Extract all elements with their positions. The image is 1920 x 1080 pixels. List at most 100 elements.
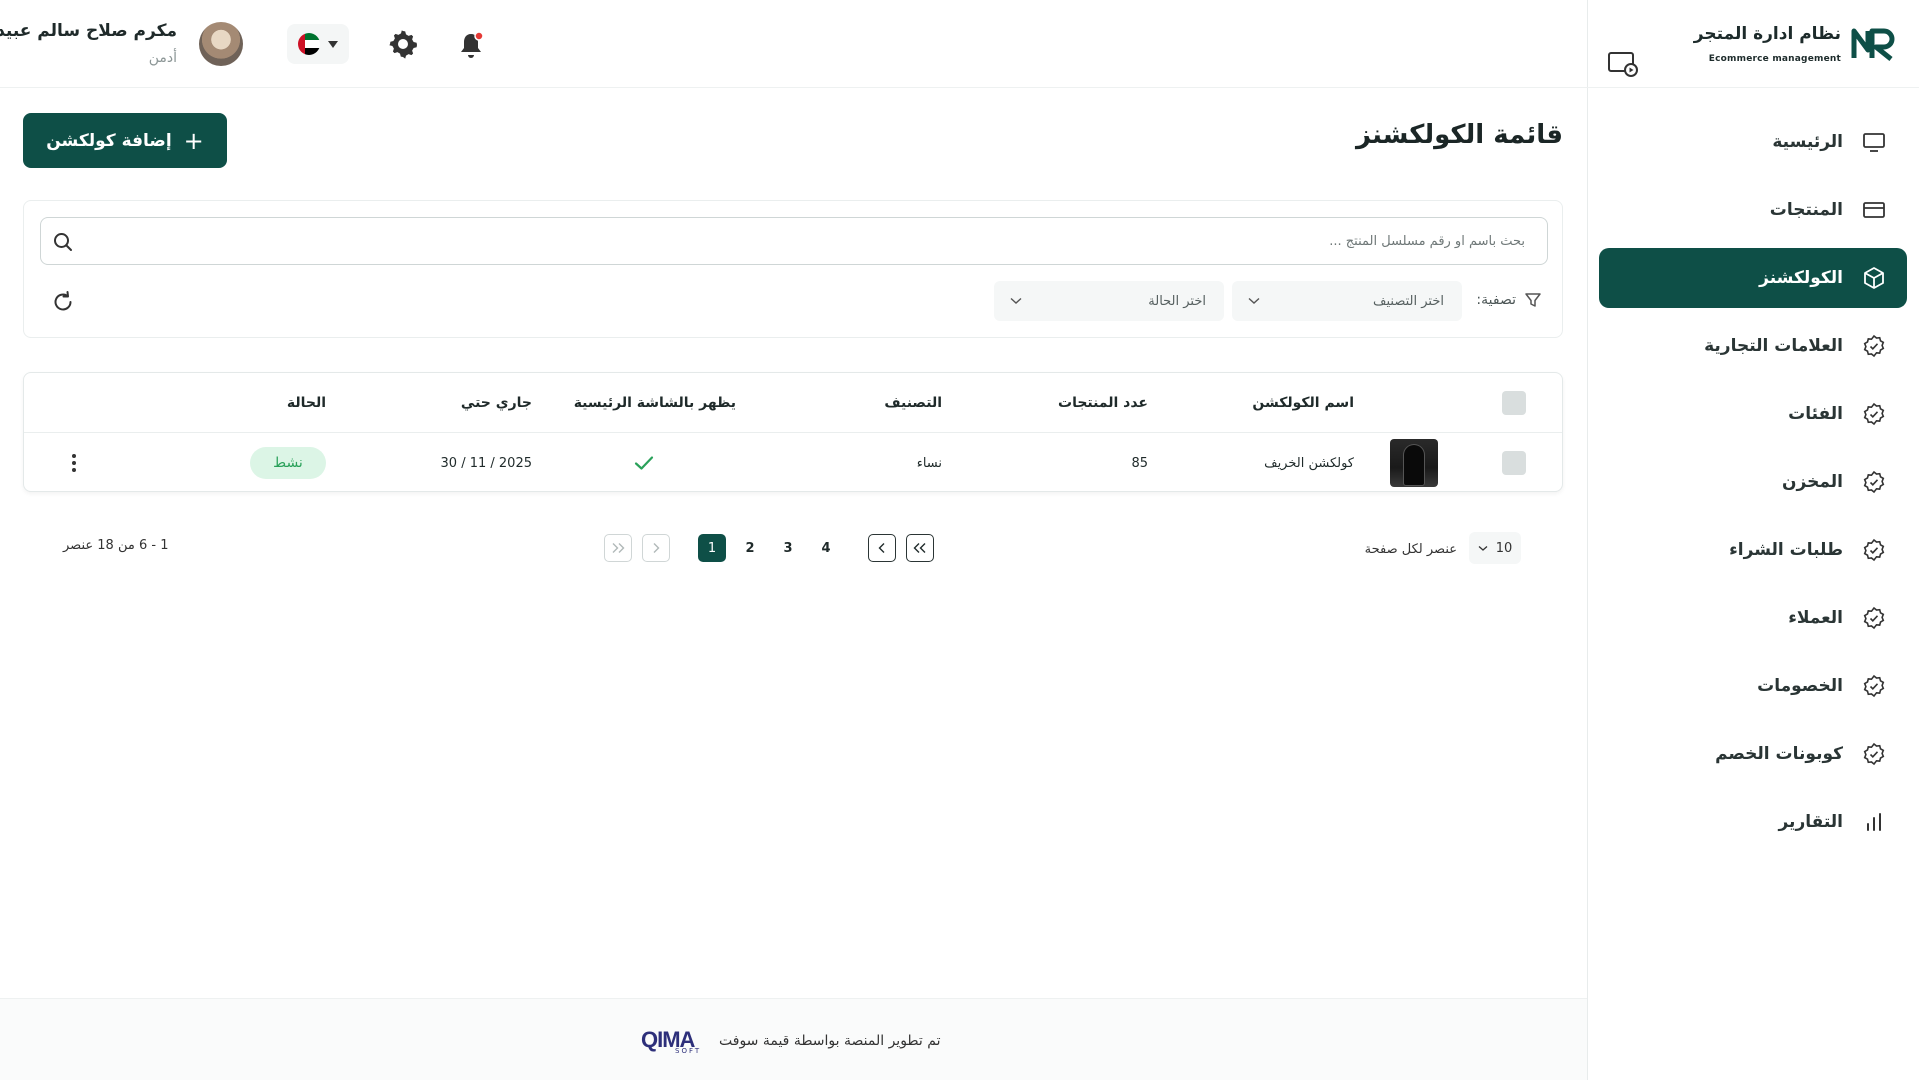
row-select-cell <box>1503 433 1527 493</box>
pagination-bar: عنصر لكل صفحة 10 4 3 2 1 1 - 6 من 18 عنص… <box>0 528 1588 568</box>
sidebar-item-label: الكولكشنز <box>1760 268 1844 288</box>
category-select-value: اختر التصنيف <box>1374 293 1445 309</box>
add-collection-button[interactable]: + إضافة كولكشن <box>24 113 228 168</box>
nr-logo-icon <box>1852 28 1896 61</box>
badge-icon <box>1862 401 1888 427</box>
sidebar-item-label: المنتجات <box>1770 200 1844 220</box>
status-select-value: اختر الحالة <box>1149 293 1207 309</box>
sidebar-item-products[interactable]: المنتجات <box>1600 180 1908 240</box>
refresh-icon[interactable] <box>51 289 77 315</box>
sidebar-item-label: العملاء <box>1789 608 1844 628</box>
per-page-select[interactable]: 10 <box>1470 532 1522 564</box>
chevron-left-icon <box>879 543 886 553</box>
card-icon <box>1862 197 1888 223</box>
badge-icon <box>1862 469 1888 495</box>
collection-thumbnail-cell <box>1391 433 1439 493</box>
badge-icon <box>1862 605 1888 631</box>
home-visible-cell <box>635 433 655 493</box>
sidebar-item-label: طلبات الشراء <box>1730 540 1844 560</box>
main-content: قائمة الكولكشنز + إضافة كولكشن تصفية: اخ… <box>0 88 1588 998</box>
sidebar-item-label: الرئيسية <box>1773 132 1844 152</box>
search-box <box>41 217 1549 265</box>
valid-until-date: 30 / 11 / 2025 <box>441 455 533 471</box>
badge-icon <box>1862 673 1888 699</box>
filter-label-group: تصفية: <box>1477 291 1543 309</box>
badge-icon <box>1862 333 1888 359</box>
screen-play-icon[interactable] <box>1608 50 1640 78</box>
more-vertical-icon[interactable] <box>65 449 85 477</box>
caret-down-icon <box>329 40 339 48</box>
sidebar-item-categories[interactable]: الفئات <box>1600 384 1908 444</box>
sidebar-item-label: المخزن <box>1783 472 1844 492</box>
sidebar-item-discounts[interactable]: الخصومات <box>1600 656 1908 716</box>
sidebar-item-home[interactable]: الرئيسية <box>1600 112 1908 172</box>
language-select[interactable] <box>288 24 350 64</box>
gear-icon[interactable] <box>388 28 420 60</box>
badge-icon <box>1862 741 1888 767</box>
sidebar-item-label: الخصومات <box>1758 676 1844 696</box>
prev-page-button[interactable] <box>643 534 671 562</box>
page-button-1[interactable]: 1 <box>699 534 727 562</box>
chevron-down-icon <box>1249 297 1261 304</box>
page-button-3[interactable]: 3 <box>775 534 803 562</box>
next-page-button[interactable] <box>869 534 897 562</box>
sidebar: نظام ادارة المتجر Ecommerce management ا… <box>1588 0 1920 1080</box>
brand-title: نظام ادارة المتجر <box>1694 24 1842 44</box>
page-button-4[interactable]: 4 <box>813 534 841 562</box>
uae-flag-icon <box>299 33 321 55</box>
sidebar-item-coupons[interactable]: كوبونات الخصم <box>1600 724 1908 784</box>
sidebar-item-label: الفئات <box>1789 404 1844 424</box>
row-actions-cell <box>65 433 85 493</box>
page-button-2[interactable]: 2 <box>737 534 765 562</box>
filter-card: تصفية: اختر التصنيف اختر الحالة <box>24 200 1564 338</box>
search-icon[interactable] <box>52 230 76 254</box>
collection-name: كولكشن الخريف <box>1265 455 1355 471</box>
column-header-category: التصنيف <box>885 395 943 411</box>
bell-icon[interactable] <box>458 30 486 60</box>
chevron-down-icon <box>1011 297 1023 304</box>
column-header-product-count: عدد المنتجات <box>1059 395 1149 411</box>
category-select[interactable]: اختر التصنيف <box>1233 281 1463 321</box>
sidebar-item-label: كوبونات الخصم <box>1716 744 1844 764</box>
header-select-cell <box>1503 373 1527 433</box>
sidebar-item-reports[interactable]: التقارير <box>1600 792 1908 852</box>
brand: نظام ادارة المتجر Ecommerce management <box>1588 0 1920 88</box>
double-chevron-icon <box>914 543 927 553</box>
status-select[interactable]: اختر الحالة <box>995 281 1225 321</box>
sidebar-nav: الرئيسية المنتجات الكولكشنز العلامات الت… <box>1600 112 1908 860</box>
column-header-valid-until: جاري حتي <box>461 395 533 411</box>
table-header: اسم الكولكشن عدد المنتجات التصنيف يظهر ب… <box>25 373 1563 433</box>
table-row[interactable]: كولكشن الخريف 85 نساء 30 / 11 / 2025 نشط <box>25 433 1563 493</box>
status-cell: نشط <box>251 433 327 493</box>
chevron-right-icon <box>654 543 661 553</box>
column-header-name: اسم الكولكشن <box>1253 395 1355 411</box>
double-chevron-icon <box>613 543 626 553</box>
avatar[interactable] <box>200 22 244 66</box>
footer-logo-sub: SOFT <box>676 1047 703 1055</box>
sidebar-item-customers[interactable]: العملاء <box>1600 588 1908 648</box>
row-checkbox[interactable] <box>1503 451 1527 475</box>
footer: تم تطوير المنصة بواسطة قيمة سوفت QIMA SO… <box>0 998 1588 1080</box>
sidebar-item-collections[interactable]: الكولكشنز <box>1600 248 1908 308</box>
collection-category: نساء <box>917 455 943 471</box>
pagination: 4 3 2 1 <box>605 534 935 564</box>
add-collection-label: إضافة كولكشن <box>47 130 173 151</box>
brand-subtitle: Ecommerce management <box>1709 54 1842 64</box>
first-page-button[interactable] <box>605 534 633 562</box>
sidebar-item-orders[interactable]: طلبات الشراء <box>1600 520 1908 580</box>
last-page-button[interactable] <box>907 534 935 562</box>
sidebar-item-brands[interactable]: العلامات التجارية <box>1600 316 1908 376</box>
chevron-down-icon <box>1479 545 1489 551</box>
sidebar-item-label: العلامات التجارية <box>1705 336 1844 356</box>
per-page-label: عنصر لكل صفحة <box>1365 542 1458 557</box>
column-header-home-visible: يظهر بالشاشة الرئيسية <box>574 395 737 411</box>
user-name: مكرم صلاح سالم عبيد <box>0 21 178 41</box>
box-icon <box>1862 265 1888 291</box>
plus-icon: + <box>184 126 205 155</box>
qima-soft-logo: QIMA SOFT <box>642 1027 710 1055</box>
sidebar-item-warehouse[interactable]: المخزن <box>1600 452 1908 512</box>
select-all-checkbox[interactable] <box>1503 391 1527 415</box>
search-input[interactable] <box>86 218 1526 264</box>
user-role: أدمن <box>149 50 178 66</box>
collections-table: اسم الكولكشن عدد المنتجات التصنيف يظهر ب… <box>24 372 1564 492</box>
